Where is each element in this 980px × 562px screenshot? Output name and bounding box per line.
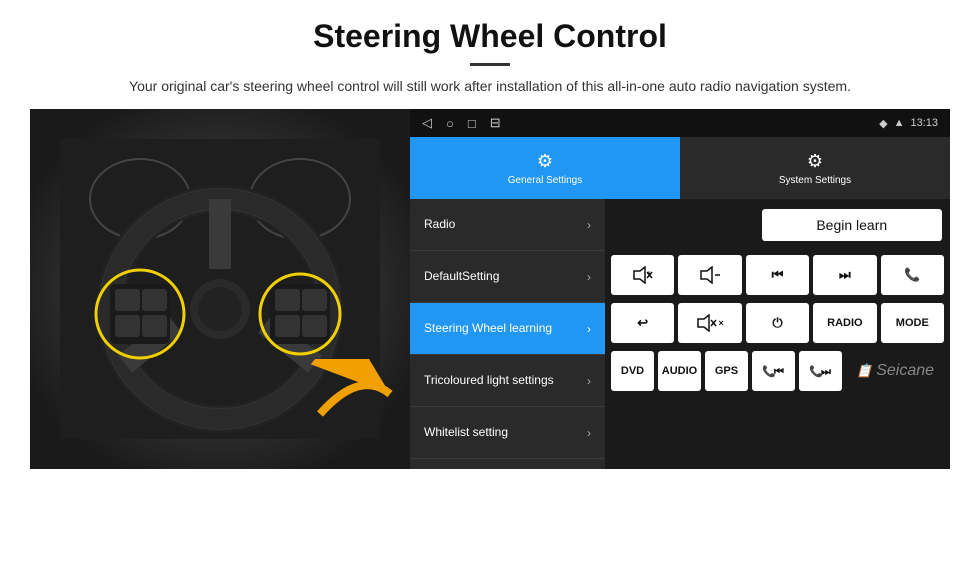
bottom-row: DVD AUDIO GPS 📞 ⏮ 📞 ⏭ [605,347,950,395]
tab-general-settings[interactable]: ⚙ General Settings [410,137,680,199]
chevron-icon-steering: › [587,322,591,336]
chevron-icon-whitelist: › [587,426,591,440]
chevron-icon-radio: › [587,218,591,232]
tab-general-label: General Settings [508,175,583,186]
svg-text:⏮: ⏮ [774,366,784,378]
audio-button[interactable]: AUDIO [658,351,701,391]
page-title: Steering Wheel Control [60,18,920,55]
mute-icon [696,314,718,332]
phone-prev-icon: 📞 ⏮ [760,362,788,380]
phone-next-icon: 📞 ⏭ [807,362,835,380]
mute-button[interactable]: × [678,303,741,343]
mode-button[interactable]: MODE [881,303,944,343]
home-icon[interactable]: ○ [446,116,454,131]
svg-text:⏭: ⏭ [821,366,831,378]
main-content: ◁ ○ □ ⊟ ◆ ▲ 13:13 ⚙ General Settings ⚙ S… [30,109,950,469]
menu-controls-area: Radio › DefaultSetting › Steering Wheel … [410,199,950,469]
volume-down-icon [699,266,721,284]
tabs-row: ⚙ General Settings ⚙ System Settings [410,137,950,199]
prev-track-button[interactable]: ⏮ [746,255,809,295]
status-bar: ◁ ○ □ ⊟ ◆ ▲ 13:13 [410,109,950,137]
menu-tricolour-label: Tricoloured light settings [424,373,554,389]
location-icon: ◆ [879,117,887,130]
back-icon[interactable]: ◁ [422,115,432,131]
begin-learn-row: Begin learn [605,199,950,251]
nav-icons: ◁ ○ □ ⊟ [422,115,501,131]
begin-learn-button[interactable]: Begin learn [762,209,943,241]
menu-item-tricolour[interactable]: Tricoloured light settings › [410,355,605,407]
left-menu: Radio › DefaultSetting › Steering Wheel … [410,199,605,469]
dvd-button[interactable]: DVD [611,351,654,391]
volume-up-icon: + [632,266,654,284]
phone-prev-button[interactable]: 📞 ⏮ [752,351,795,391]
volume-up-button[interactable]: + [611,255,674,295]
menu-steering-label: Steering Wheel learning [424,321,552,337]
menu-whitelist-label: Whitelist setting [424,425,508,441]
phone-hangup-button[interactable]: ↩ [611,303,674,343]
car-image-area [30,109,410,469]
power-button[interactable]: ⏻ [746,303,809,343]
menu-item-whitelist[interactable]: Whitelist setting › [410,407,605,459]
screenshot-icon[interactable]: ⊟ [490,115,501,131]
signal-icon: ▲ [894,117,905,129]
tab-system-settings[interactable]: ⚙ System Settings [680,137,950,199]
menu-default-label: DefaultSetting [424,269,499,285]
recent-icon[interactable]: □ [468,116,476,131]
settings-gear-icon: ⚙ [537,151,553,172]
system-gear-icon: ⚙ [807,151,823,172]
control-grid-row2: ↩ × ⏻ RADIO MODE [605,299,950,347]
control-grid-row1: + ⏮ ⏭ 📞 [605,251,950,299]
next-track-button[interactable]: ⏭ [813,255,876,295]
menu-item-steering[interactable]: Steering Wheel learning › [410,303,605,355]
tab-system-label: System Settings [779,175,851,186]
page-header: Steering Wheel Control Your original car… [0,0,980,109]
volume-down-button[interactable] [678,255,741,295]
right-controls: Begin learn + [605,199,950,469]
menu-item-default[interactable]: DefaultSetting › [410,251,605,303]
svg-text:+: + [646,269,651,278]
status-right: ◆ ▲ 13:13 [879,117,938,130]
chevron-icon-default: › [587,270,591,284]
chevron-icon-tricolour: › [587,374,591,388]
menu-radio-label: Radio [424,217,455,233]
arrow-svg [310,359,400,429]
page-description: Your original car's steering wheel contr… [60,76,920,97]
android-ui: ◁ ○ □ ⊟ ◆ ▲ 13:13 ⚙ General Settings ⚙ S… [410,109,950,469]
clock: 13:13 [910,117,938,129]
gps-button[interactable]: GPS [705,351,748,391]
radio-button[interactable]: RADIO [813,303,876,343]
seicane-logo: 📋 Seicane [846,362,944,380]
title-divider [470,63,510,66]
menu-item-radio[interactable]: Radio › [410,199,605,251]
seicane-text: Seicane [876,362,934,380]
phone-next-button[interactable]: 📞 ⏭ [799,351,842,391]
phone-button[interactable]: 📞 [881,255,944,295]
